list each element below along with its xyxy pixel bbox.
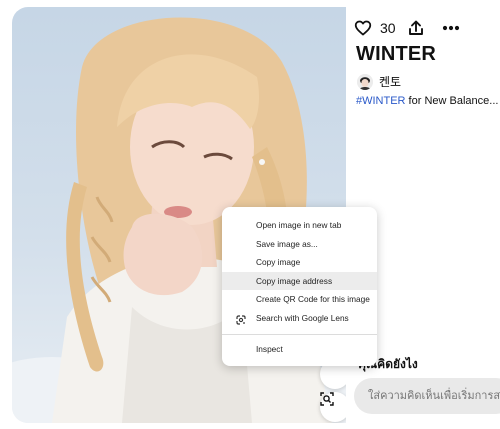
menu-item-create-qr-code[interactable]: Create QR Code for this image: [222, 290, 377, 309]
menu-separator: [222, 333, 377, 335]
menu-item-save-image-as[interactable]: Save image as...: [222, 235, 377, 254]
share-upload-icon: [408, 20, 423, 35]
menu-item-label: Search with Google Lens: [256, 312, 349, 323]
pin-actions-bar: 30: [354, 17, 460, 39]
like-count: 30: [380, 20, 396, 36]
menu-item-inspect[interactable]: Inspect: [222, 340, 377, 359]
pin-title: WINTER: [356, 43, 437, 65]
visual-search-icon: [320, 392, 334, 406]
menu-item-open-image-new-tab[interactable]: Open image in new tab: [222, 216, 377, 235]
visual-search-button[interactable]: [320, 392, 346, 422]
author-name[interactable]: 켄토: [379, 73, 401, 90]
more-dots-icon: [442, 25, 459, 31]
hashtag-link[interactable]: #WINTER: [356, 95, 406, 107]
avatar-image: [357, 73, 373, 90]
share-button[interactable]: [408, 20, 424, 36]
google-lens-icon: [236, 313, 246, 332]
menu-item-copy-image[interactable]: Copy image: [222, 253, 377, 272]
more-options-button[interactable]: [442, 25, 460, 31]
like-button[interactable]: [354, 20, 372, 36]
avatar[interactable]: [357, 73, 373, 90]
description-text: for New Balance...: [405, 95, 499, 107]
menu-item-copy-image-address[interactable]: Copy image address: [222, 271, 377, 291]
context-menu: Open image in new tab Save image as... C…: [222, 207, 377, 366]
comment-input[interactable]: [354, 378, 500, 414]
author-row[interactable]: 켄토: [357, 73, 401, 90]
menu-item-search-google-lens[interactable]: Search with Google Lens: [222, 309, 377, 328]
pin-description: #WINTER for New Balance...: [356, 95, 498, 107]
heart-icon: [354, 20, 372, 36]
